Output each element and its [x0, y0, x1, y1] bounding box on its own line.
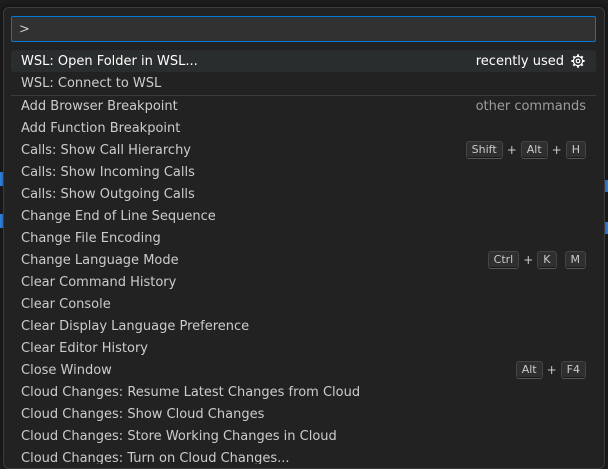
command-item-right: Shift + Alt + H — [465, 141, 586, 159]
group-label: other commands — [475, 98, 586, 114]
command-label: Clear Command History — [21, 274, 177, 290]
command-label: Cloud Changes: Store Working Changes in … — [21, 428, 337, 444]
group-label: recently used — [475, 53, 564, 69]
command-label: Calls: Show Incoming Calls — [21, 164, 195, 180]
keybinding-key: K — [537, 251, 557, 269]
command-label: Close Window — [21, 362, 112, 378]
command-item-right: Ctrl + K M — [487, 251, 586, 269]
command-item[interactable]: Add Function Breakpoint — [11, 117, 596, 139]
command-item[interactable]: Clear Display Language Preference — [11, 315, 596, 337]
keybinding-key: M — [564, 251, 586, 269]
command-item[interactable]: Close Window Alt + F4 — [11, 359, 596, 381]
keybinding-key: Shift — [465, 141, 503, 159]
command-item[interactable]: Change Language Mode Ctrl + K M — [11, 249, 596, 271]
command-item[interactable]: Clear Command History — [11, 271, 596, 293]
command-label: Clear Display Language Preference — [21, 318, 250, 334]
command-label: Add Browser Breakpoint — [21, 98, 178, 114]
command-search-input[interactable] — [12, 17, 595, 41]
command-item[interactable]: Add Browser Breakpoint other commands — [11, 95, 596, 117]
command-label: Cloud Changes: Resume Latest Changes fro… — [21, 384, 361, 400]
keybinding-key: Alt — [520, 141, 548, 159]
command-label: Cloud Changes: Show Cloud Changes — [21, 406, 265, 422]
keybinding-plus: + — [551, 143, 562, 157]
command-item[interactable]: Change File Encoding — [11, 227, 596, 249]
command-item[interactable]: Calls: Show Incoming Calls — [11, 161, 596, 183]
keybinding-key: F4 — [560, 361, 586, 379]
command-label: WSL: Open Folder in WSL... — [21, 53, 198, 69]
command-label: Clear Console — [21, 296, 111, 312]
command-item[interactable]: Cloud Changes: Store Working Changes in … — [11, 425, 596, 447]
command-label: Calls: Show Call Hierarchy — [21, 142, 191, 158]
keybinding-plus: + — [546, 363, 557, 377]
command-label: WSL: Connect to WSL — [21, 75, 162, 91]
command-item[interactable]: Clear Editor History — [11, 337, 596, 359]
command-item[interactable]: WSL: Connect to WSL — [11, 72, 596, 94]
keybinding-key: H — [565, 141, 586, 159]
command-label: Clear Editor History — [21, 340, 148, 356]
command-palette: WSL: Open Folder in WSL...recently usedW… — [3, 7, 605, 469]
gear-icon[interactable] — [570, 53, 586, 69]
command-item[interactable]: Calls: Show Outgoing Calls — [11, 183, 596, 205]
keybinding-key: Ctrl — [487, 251, 520, 269]
command-label: Calls: Show Outgoing Calls — [21, 186, 195, 202]
command-label: Change End of Line Sequence — [21, 208, 216, 224]
command-item-right: recently used — [476, 53, 586, 69]
command-label: Add Function Breakpoint — [21, 120, 181, 136]
keybinding-plus: + — [506, 143, 517, 157]
command-item-right: Alt + F4 — [515, 361, 586, 379]
command-label: Change File Encoding — [21, 230, 161, 246]
command-item[interactable]: Calls: Show Call Hierarchy Shift + Alt + H — [11, 139, 596, 161]
command-item[interactable]: Clear Console — [11, 293, 596, 315]
command-item[interactable]: Cloud Changes: Resume Latest Changes fro… — [11, 381, 596, 403]
list-bottom-edge — [4, 464, 604, 468]
command-item[interactable]: Change End of Line Sequence — [11, 205, 596, 227]
keybinding-plus: + — [523, 253, 534, 267]
command-input-box — [11, 16, 596, 42]
keybinding-key: Alt — [515, 361, 543, 379]
command-label: Change Language Mode — [21, 252, 179, 268]
command-item[interactable]: WSL: Open Folder in WSL... recently used — [11, 50, 596, 72]
command-item[interactable]: Cloud Changes: Show Cloud Changes — [11, 403, 596, 425]
command-item-right: other commands — [476, 99, 586, 114]
